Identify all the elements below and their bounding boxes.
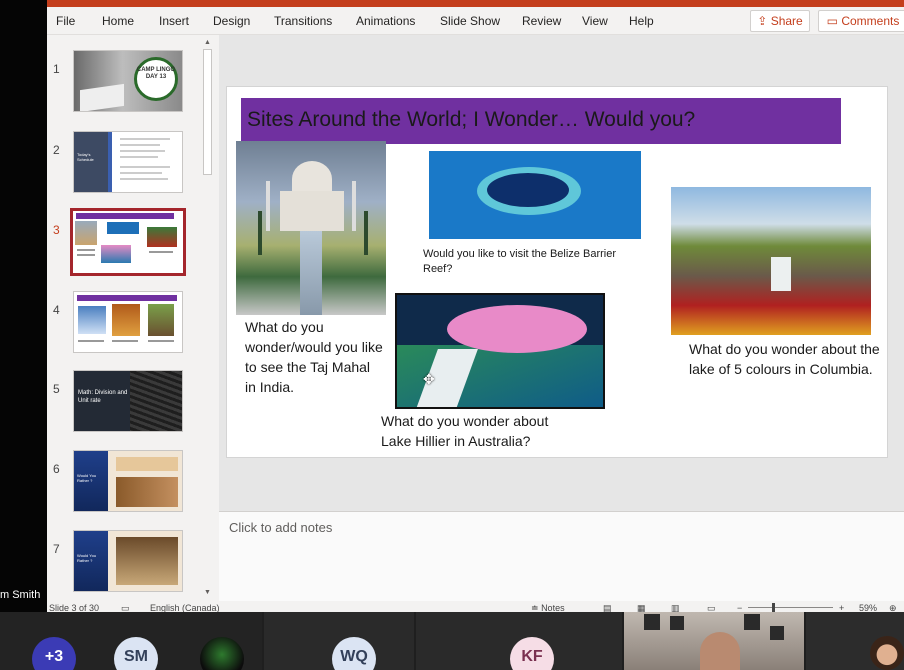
slide-show-icon[interactable]: ▭ <box>707 601 716 612</box>
zoom-in-icon[interactable]: + <box>839 601 844 612</box>
avatar: SM <box>114 637 158 670</box>
thumbnail-title: Today's Schedule <box>77 152 94 162</box>
avatar: WQ <box>332 637 376 670</box>
share-button[interactable]: ⇪ Share <box>750 10 810 32</box>
thumbnail-title: CAMP LINGO DAY 13 <box>136 67 176 80</box>
notes-pane[interactable]: Click to add notes <box>219 511 904 601</box>
notes-placeholder: Click to add notes <box>229 520 333 535</box>
zoom-slider-track[interactable] <box>748 607 833 608</box>
notes-label: Notes <box>541 603 565 612</box>
participant-face <box>870 636 904 670</box>
screen: m Smith File Home Insert Design Transiti… <box>0 0 904 670</box>
participant-face <box>700 632 740 670</box>
avatar: KF <box>510 637 554 670</box>
participant-name-label: m Smith <box>0 589 41 601</box>
zoom-level[interactable]: 59% <box>859 601 877 612</box>
thumbnail-preview: Would You Rather ? <box>73 530 183 592</box>
zoom-out-icon[interactable]: − <box>737 601 742 612</box>
profile-photo-avatar <box>200 637 244 670</box>
thumbnail-number: 4 <box>53 303 60 317</box>
menu-bar: File Home Insert Design Transitions Anim… <box>47 7 904 35</box>
thumbnail-preview: Math: Division and Unit rate <box>73 370 183 432</box>
menu-view[interactable]: View <box>582 7 608 35</box>
notes-icon: ≐ <box>531 603 539 612</box>
fit-to-window-icon[interactable]: ⊕ <box>889 601 897 612</box>
lake-hillier-caption[interactable]: What do you wonder about Lake Hillier in… <box>381 411 581 451</box>
share-label: Share <box>770 14 803 28</box>
more-participants-badge[interactable]: +3 <box>32 637 76 670</box>
thumbnail-slide-4[interactable]: 4 <box>47 291 202 357</box>
zoom-slider-thumb[interactable] <box>772 603 775 612</box>
current-slide[interactable]: Sites Around the World; I Wonder… Would … <box>226 86 888 458</box>
thumbnail-number: 3 <box>53 223 60 237</box>
thumbnail-preview-active <box>70 208 186 276</box>
taj-mahal-caption[interactable]: What do you wonder/would you like to see… <box>245 317 383 397</box>
thumbnail-preview: Would You Rather ? <box>73 450 183 512</box>
thumbnail-title: Would You Rather ? <box>77 473 97 483</box>
slide-counter: Slide 3 of 30 <box>49 603 100 612</box>
thumbnail-number: 7 <box>53 542 60 556</box>
cano-cristales-caption[interactable]: What do you wonder about the lake of 5 c… <box>689 339 881 379</box>
thumbnail-slide-6[interactable]: 6 Would You Rather ? <box>47 450 202 516</box>
scroll-down-icon[interactable]: ▼ <box>202 587 213 598</box>
menu-animations[interactable]: Animations <box>356 7 415 35</box>
thumbnail-preview <box>73 291 183 353</box>
slide-title-bar[interactable]: Sites Around the World; I Wonder… Would … <box>241 98 841 144</box>
menu-file[interactable]: File <box>56 7 75 35</box>
menu-home[interactable]: Home <box>102 7 134 35</box>
thumbnail-number: 2 <box>53 143 60 157</box>
participant-tile[interactable]: +3 SM <box>0 612 262 670</box>
thumbnail-slide-1[interactable]: 1 CAMP LINGO DAY 13 <box>47 50 202 116</box>
participant-video-tile[interactable] <box>624 612 804 670</box>
move-cursor-icon: ✥ <box>423 371 435 387</box>
slide-thumbnail-pane: 1 CAMP LINGO DAY 13 2 Today's Schedule 3… <box>47 35 214 601</box>
reading-view-icon[interactable]: ▥ <box>671 601 680 612</box>
belize-caption[interactable]: Would you like to visit the Belize Barri… <box>423 247 645 277</box>
thumbnail-slide-5[interactable]: 5 Math: Division and Unit rate <box>47 370 202 436</box>
menu-review[interactable]: Review <box>522 7 561 35</box>
thumbnail-number: 5 <box>53 382 60 396</box>
notes-button[interactable]: ≐ Notes <box>531 601 565 612</box>
thumbnail-number: 6 <box>53 462 60 476</box>
status-bar: Slide 3 of 30 ▭ English (Canada) ≐ Notes… <box>47 601 904 612</box>
menu-insert[interactable]: Insert <box>159 7 189 35</box>
participant-tile[interactable]: KF <box>416 612 622 670</box>
cano-cristales-image[interactable] <box>671 187 871 335</box>
scroll-up-icon[interactable]: ▲ <box>202 37 213 48</box>
comment-icon: ▭ <box>826 14 838 28</box>
participant-video-tile[interactable] <box>806 612 904 670</box>
slide-title: Sites Around the World; I Wonder… Would … <box>247 108 696 131</box>
participant-tile[interactable]: WQ <box>264 612 414 670</box>
powerpoint-window: File Home Insert Design Transitions Anim… <box>47 0 904 612</box>
comments-label: Comments <box>841 14 900 28</box>
menu-transitions[interactable]: Transitions <box>274 7 332 35</box>
thumbnail-number: 1 <box>53 62 60 76</box>
menu-help[interactable]: Help <box>629 7 654 35</box>
slide-editor: Sites Around the World; I Wonder… Would … <box>219 35 904 511</box>
thumbnail-title: Math: Division and Unit rate <box>78 390 128 404</box>
taj-mahal-image[interactable] <box>236 141 386 315</box>
slide-sorter-icon[interactable]: ▦ <box>637 601 646 612</box>
thumbnail-slide-7[interactable]: 7 Would You Rather ? <box>47 530 202 596</box>
ribbon-accent-strip <box>47 0 904 7</box>
accessibility-icon[interactable]: ▭ <box>121 601 130 612</box>
thumbnail-scrollbar[interactable]: ▲ ▼ <box>201 35 214 601</box>
lake-hillier-image[interactable] <box>395 293 605 409</box>
thumbnail-slide-3[interactable]: 3 <box>47 208 202 277</box>
scrollbar-thumb[interactable] <box>203 49 212 175</box>
menu-slide-show[interactable]: Slide Show <box>440 7 500 35</box>
share-icon: ⇪ <box>757 14 768 28</box>
thumbnail-title: Would You Rather ? <box>77 553 97 563</box>
language-status[interactable]: English (Canada) <box>150 601 220 612</box>
menu-design[interactable]: Design <box>213 7 250 35</box>
meeting-participant-strip: +3 SM WQ KF <box>0 612 904 670</box>
belize-barrier-reef-image[interactable] <box>429 151 641 239</box>
normal-view-icon[interactable]: ▤ <box>603 601 612 612</box>
thumbnail-preview: Today's Schedule <box>73 131 183 193</box>
thumbnail-preview: CAMP LINGO DAY 13 <box>73 50 183 112</box>
left-video-strip <box>0 0 47 612</box>
comments-button[interactable]: ▭ Comments <box>818 10 904 32</box>
thumbnail-slide-2[interactable]: 2 Today's Schedule <box>47 131 202 197</box>
